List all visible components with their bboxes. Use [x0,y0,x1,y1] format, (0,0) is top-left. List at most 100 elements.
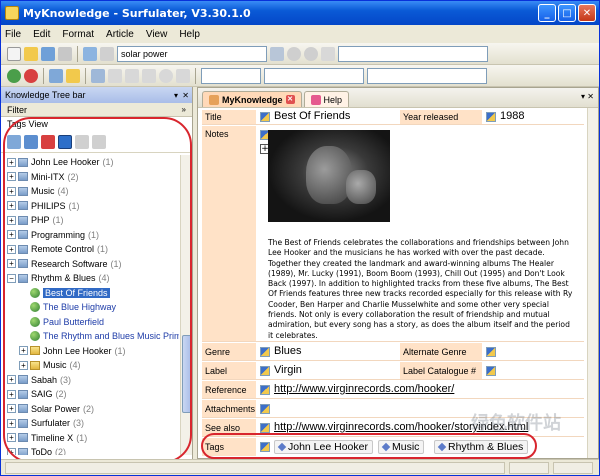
sort-tag-icon[interactable] [92,134,106,149]
font-color-icon[interactable] [176,68,190,83]
tree-scrollbar[interactable] [180,155,192,455]
expand-icon[interactable]: + [7,215,16,225]
tab-menu-icon[interactable]: ▾ ✕ [581,92,594,101]
expand-icon[interactable]: + [7,259,16,269]
table-icon[interactable] [49,68,63,83]
location-combo[interactable] [338,45,488,62]
expand-icon[interactable]: + [7,172,16,182]
panel-close-icon[interactable]: ✕ [182,91,189,100]
tree-item[interactable]: + Programming (1) [1,228,179,243]
back-icon[interactable] [287,46,301,61]
menu-help[interactable]: Help [179,29,200,40]
edit-pen-icon[interactable] [260,442,270,452]
expand-icon[interactable]: + [7,433,16,443]
label-field[interactable]: Virgin [274,364,302,376]
tree-item[interactable]: + Mini-ITX (2) [1,170,179,185]
tree-item[interactable]: + Sabah (3) [1,373,179,388]
tag-chip[interactable]: Rhythm & Blues [434,440,529,454]
bullets-icon[interactable] [24,68,38,83]
tree-item[interactable]: The Blue Highway [1,300,179,315]
tree-item[interactable]: Best Of Friends [1,286,179,301]
filter-tag-icon[interactable] [75,134,89,149]
notes-content[interactable]: The Best of Friends celebrates the colla… [268,130,576,341]
tree-item[interactable]: + PHP (1) [1,213,179,228]
view-icon[interactable] [83,46,97,61]
edit-pen-icon[interactable] [486,347,496,357]
search-input[interactable]: solar power [117,45,267,62]
minimize-button[interactable]: _ [538,4,556,22]
expand-icon[interactable]: + [7,418,16,428]
tree-item[interactable]: + SAIG (2) [1,387,179,402]
tree-item[interactable]: Paul Butterfield [1,315,179,330]
new-icon[interactable] [7,46,21,61]
tab-help[interactable]: Help [303,91,350,107]
tab-myknowledge[interactable]: MyKnowledge ✕ [202,91,302,107]
menu-edit[interactable]: Edit [33,29,50,40]
tag-chip[interactable]: Music [378,440,425,454]
tree-item[interactable]: + John Lee Hooker (1) [1,155,179,170]
new-tag-icon[interactable] [7,134,21,149]
expand-icon[interactable]: + [19,360,28,370]
close-button[interactable]: ✕ [578,4,596,22]
pin-icon[interactable]: ▾ [174,91,178,100]
menu-view[interactable]: View [146,29,168,40]
expand-icon[interactable]: + [19,346,28,356]
year-field[interactable]: 1988 [500,110,524,122]
home-icon[interactable] [321,46,335,61]
scrollbar-thumb[interactable] [182,335,192,413]
open-folder-icon[interactable] [24,46,38,61]
font-size-combo[interactable] [264,67,364,84]
remove-tag-icon[interactable] [41,134,55,149]
tree-item[interactable]: + John Lee Hooker (1) [1,344,179,359]
tree-item[interactable]: + Research Software (1) [1,257,179,272]
tree-item[interactable]: + Timeline X (1) [1,431,179,446]
layout-icon[interactable] [100,46,114,61]
menu-article[interactable]: Article [106,29,134,40]
expand-icon[interactable]: + [7,201,16,211]
genre-field[interactable]: Blues [274,345,302,357]
expand-icon[interactable]: + [7,157,16,167]
expand-icon[interactable]: + [7,375,16,385]
tree-item[interactable]: + Solar Power (2) [1,402,179,417]
insert-icon[interactable] [66,68,80,83]
tab-close-icon[interactable]: ✕ [285,95,295,104]
print-icon[interactable] [58,46,72,61]
reference-link[interactable]: http://www.virginrecords.com/hooker/ [274,383,454,395]
tree-item[interactable]: − Rhythm & Blues (4) [1,271,179,286]
tree-item[interactable]: The Rhythm and Blues Music Prim [1,329,179,344]
forward-icon[interactable] [304,46,318,61]
maximize-button[interactable]: □ [558,4,576,22]
edit-pen-icon[interactable] [260,112,270,122]
edit-pen-icon[interactable] [486,112,496,122]
tree-item[interactable]: + Surfulater (3) [1,416,179,431]
edit-pen-icon[interactable] [260,385,270,395]
title-field[interactable]: Best Of Friends [274,110,350,122]
style-combo[interactable] [367,67,487,84]
edit-pen-icon[interactable] [260,423,270,433]
tree-item[interactable]: + ToDo (2) [1,445,179,455]
cut-icon[interactable] [125,68,139,83]
expand-icon[interactable]: + [7,230,16,240]
collapse-icon[interactable]: − [7,273,16,283]
tree-item[interactable]: + Music (4) [1,358,179,373]
expand-icon[interactable]: + [7,389,16,399]
delete-icon[interactable] [142,68,156,83]
tree-item[interactable]: + Remote Control (1) [1,242,179,257]
copy-icon[interactable] [91,68,105,83]
tag-chip[interactable]: John Lee Hooker [274,440,373,454]
search-dropdown-icon[interactable] [270,46,284,61]
expand-icon[interactable]: + [7,244,16,254]
globe-icon[interactable] [7,68,21,83]
edit-pen-icon[interactable] [260,347,270,357]
edit-pen-icon[interactable] [260,366,270,376]
chevron-down-icon[interactable]: » [182,105,186,114]
save-icon[interactable] [41,46,55,61]
edit-pen-icon[interactable] [486,366,496,376]
expand-icon[interactable]: + [7,447,16,455]
expand-icon[interactable]: + [7,186,16,196]
font-name-combo[interactable] [201,67,261,84]
tree-item[interactable]: + Music (4) [1,184,179,199]
edit-pen-icon[interactable] [260,404,270,414]
menu-format[interactable]: Format [62,29,94,40]
add-tag-icon[interactable] [24,134,38,149]
